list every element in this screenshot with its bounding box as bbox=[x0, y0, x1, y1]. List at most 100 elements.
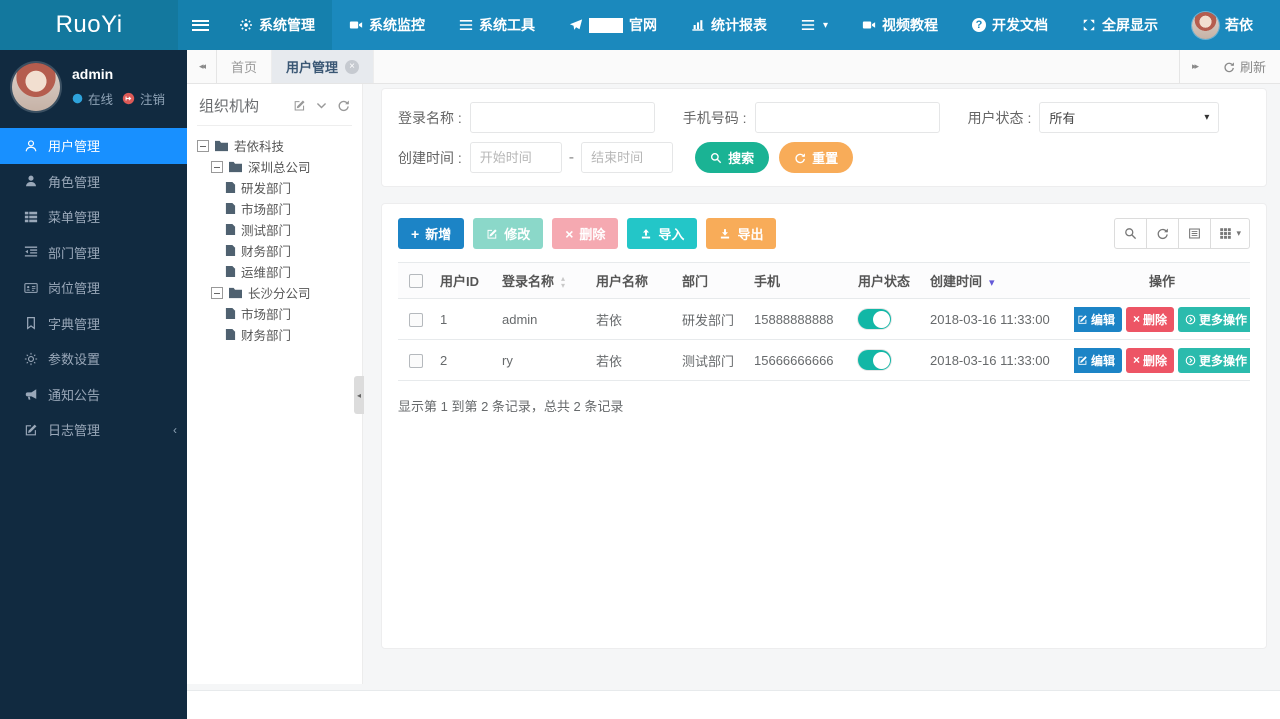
sidebar-item-post-manage[interactable]: 岗位管理 bbox=[0, 270, 187, 306]
row-checkbox[interactable] bbox=[409, 353, 423, 368]
tree-node[interactable]: 财务部门 bbox=[225, 324, 352, 345]
col-create-time[interactable]: 创建时间 ▾ bbox=[924, 262, 1074, 299]
row-checkbox[interactable] bbox=[409, 312, 423, 327]
tree-expander-icon[interactable] bbox=[211, 286, 223, 299]
file-icon bbox=[225, 182, 236, 193]
sidebar-item-user-manage[interactable]: 用户管理 bbox=[0, 128, 187, 164]
tabs-scroll-left-button[interactable]: ◂◂ bbox=[187, 50, 217, 83]
tree-edit-button[interactable] bbox=[293, 99, 306, 112]
tree-node[interactable]: 深圳总公司 bbox=[211, 156, 352, 177]
tree-expander-icon[interactable] bbox=[211, 160, 223, 173]
nav-item-system-tools[interactable]: 系统工具 bbox=[442, 0, 552, 50]
sidebar-toggle-button[interactable] bbox=[178, 0, 222, 50]
sidebar-item-menu-manage[interactable]: 菜单管理 bbox=[0, 199, 187, 235]
tree-refresh-button[interactable] bbox=[337, 99, 350, 112]
row-edit-button[interactable]: 编辑 bbox=[1074, 306, 1122, 332]
import-button[interactable]: 导入 bbox=[627, 218, 698, 249]
sidebar-item-log-manage[interactable]: 日志管理 ‹ bbox=[0, 412, 187, 448]
nav-item-system-monitor[interactable]: 系统监控 bbox=[332, 0, 442, 50]
nav-item-report[interactable]: 统计报表 bbox=[674, 0, 784, 50]
refresh-icon bbox=[1158, 228, 1169, 240]
tree-expander-icon[interactable] bbox=[197, 139, 209, 152]
sidebar-item-notice[interactable]: 通知公告 bbox=[0, 377, 187, 413]
nav-item-fullscreen[interactable]: 全屏显示 bbox=[1065, 0, 1175, 50]
tree-node[interactable]: 运维部门 bbox=[225, 261, 352, 282]
status-toggle[interactable] bbox=[858, 309, 891, 329]
tab-user-manage[interactable]: 用户管理 × bbox=[272, 50, 375, 83]
cell-user-name: 若依 bbox=[590, 339, 676, 381]
table-detail-view-button[interactable] bbox=[1178, 218, 1212, 249]
panel-collapse-handle[interactable]: ◂ bbox=[354, 376, 364, 414]
row-edit-button[interactable]: 编辑 bbox=[1074, 347, 1122, 373]
tree-node[interactable]: 市场部门 bbox=[225, 198, 352, 219]
phone-input[interactable] bbox=[754, 102, 940, 133]
status-toggle[interactable] bbox=[858, 350, 891, 370]
table-row: 1 admin 若依 研发部门 15888888888 2018-03-16 1… bbox=[398, 298, 1250, 340]
table-search-toggle-button[interactable] bbox=[1114, 218, 1148, 249]
tree-node[interactable]: 测试部门 bbox=[225, 219, 352, 240]
table-columns-button[interactable]: ▾ bbox=[1210, 218, 1250, 249]
end-time-input[interactable] bbox=[581, 142, 674, 173]
tab-label: 用户管理 bbox=[286, 60, 339, 75]
close-icon[interactable]: × bbox=[345, 59, 360, 74]
row-more-button[interactable]: 更多操作 bbox=[1178, 347, 1250, 373]
export-button[interactable]: 导出 bbox=[706, 218, 777, 249]
tree-node[interactable]: 若依科技 bbox=[197, 135, 352, 156]
nav-item-official-site[interactable]: 官网 bbox=[552, 0, 674, 50]
panel-title: 组织机构 bbox=[199, 98, 260, 115]
edit-button[interactable]: 修改 bbox=[473, 218, 544, 249]
sidebar-item-dict-manage[interactable]: 字典管理 bbox=[0, 306, 187, 342]
start-time-input[interactable] bbox=[469, 142, 562, 173]
search-icon bbox=[1125, 228, 1137, 240]
select-all-checkbox[interactable] bbox=[409, 274, 423, 289]
row-delete-button[interactable]: × 删除 bbox=[1125, 347, 1175, 373]
row-more-button[interactable]: 更多操作 bbox=[1178, 306, 1250, 332]
tab-refresh-button[interactable]: 刷新 bbox=[1209, 50, 1280, 83]
add-button[interactable]: + 新增 bbox=[398, 218, 465, 249]
edit-icon bbox=[1078, 314, 1087, 324]
create-time-label: 创建时间 : bbox=[398, 149, 462, 166]
col-login-name[interactable]: 登录名称 ▴ ▾ bbox=[496, 262, 590, 299]
sidebar-item-param-settings[interactable]: 参数设置 bbox=[0, 341, 187, 377]
tree-node[interactable]: 长沙分公司 bbox=[211, 282, 352, 303]
nav-item-dev-docs[interactable]: ? 开发文档 bbox=[955, 0, 1065, 50]
search-button[interactable]: 搜索 bbox=[695, 142, 770, 173]
phone-label: 手机号码 : bbox=[682, 109, 747, 126]
user-menu[interactable]: 若依 bbox=[1175, 0, 1270, 50]
nav-item-more-dropdown[interactable]: ▾ bbox=[784, 0, 845, 50]
sidebar-menu: 用户管理 角色管理 菜单管理 部门管理 岗位管理 字典管理 参数设置 通知公告 bbox=[0, 128, 187, 448]
grid-icon bbox=[1220, 228, 1232, 239]
user-status-select[interactable]: 所有 ▾ bbox=[1039, 102, 1220, 133]
login-name-input[interactable] bbox=[469, 102, 655, 133]
sidebar-item-role-manage[interactable]: 角色管理 bbox=[0, 164, 187, 200]
row-delete-button[interactable]: × 删除 bbox=[1125, 306, 1175, 332]
sidebar-item-dept-manage[interactable]: 部门管理 bbox=[0, 235, 187, 271]
search-panel: 登录名称 : 手机号码 : 用户状态 : 所有 ▾ 创建时间 : 开始时间 - … bbox=[381, 88, 1267, 187]
tree-node[interactable]: 市场部门 bbox=[225, 303, 352, 324]
tabs-scroll-right-button[interactable]: ▸▸ bbox=[1178, 50, 1209, 83]
button-label: 导入 bbox=[658, 227, 685, 242]
tree-node-label: 市场部门 bbox=[241, 203, 292, 217]
cell-login-name: admin bbox=[496, 298, 590, 340]
reset-button[interactable]: 重置 bbox=[779, 142, 854, 173]
tree-node[interactable]: 研发部门 bbox=[225, 177, 352, 198]
nav-item-video-tutorial[interactable]: 视频教程 bbox=[845, 0, 955, 50]
col-user-id: 用户ID bbox=[434, 262, 496, 299]
outdent-icon bbox=[24, 246, 38, 257]
cell-dept: 研发部门 bbox=[676, 298, 748, 340]
sidebar-user-panel: admin 在线 注销 bbox=[0, 50, 187, 126]
brand-logo[interactable]: RuoYi bbox=[0, 0, 179, 50]
logout-link[interactable]: 注销 bbox=[140, 89, 165, 108]
delete-button[interactable]: × 删除 bbox=[552, 218, 619, 249]
sidebar: admin 在线 注销 用户管理 角色管理 菜单管理 部门管理 岗位管理 字典管… bbox=[0, 50, 187, 719]
tree-collapse-button[interactable] bbox=[315, 99, 328, 112]
avatar[interactable] bbox=[12, 63, 60, 111]
nav-item-system-manage[interactable]: 系统管理 bbox=[221, 0, 332, 50]
id-card-icon bbox=[24, 282, 38, 293]
nav-item-label: 开发文档 bbox=[992, 17, 1048, 33]
tab-home[interactable]: 首页 bbox=[217, 50, 273, 83]
main-menu: 系统管理 系统监控 系统工具 官网 统计报表 ▾ bbox=[221, 0, 845, 50]
tree-node[interactable]: 财务部门 bbox=[225, 240, 352, 261]
logout-icon bbox=[122, 92, 135, 105]
table-refresh-button[interactable] bbox=[1146, 218, 1180, 249]
